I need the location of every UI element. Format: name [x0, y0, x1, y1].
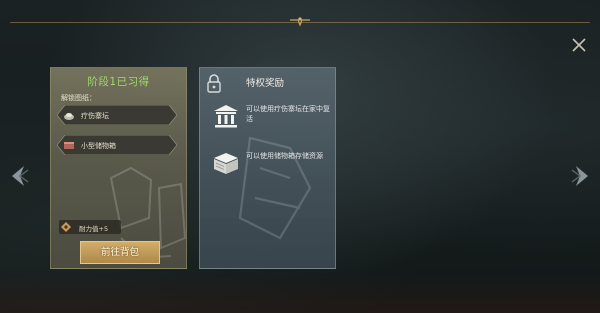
- blueprint-item-label: 疗伤寨坛: [81, 112, 109, 120]
- item-row-background: [57, 135, 177, 155]
- privilege-title: 特权奖励: [246, 78, 285, 89]
- blueprint-item-altar[interactable]: 疗伤寨坛: [57, 105, 177, 125]
- top-ornament-icon: [290, 17, 310, 27]
- unlock-blueprint-label: 解锁图纸：: [61, 94, 96, 102]
- background-sketch: [238, 136, 312, 240]
- item-row-background: [57, 105, 177, 125]
- chest-icon: [214, 153, 238, 174]
- stamina-icon: [61, 222, 71, 232]
- next-page-arrow-icon[interactable]: [570, 164, 592, 188]
- stage-card: 阶段1已习得 解锁图纸： 疗伤寨坛 小型储物箱 耐力值+5 前往背包: [50, 67, 187, 269]
- stamina-bonus-label: 耐力值+5: [79, 225, 109, 233]
- prev-page-arrow-icon[interactable]: [8, 164, 30, 188]
- lock-icon: [207, 74, 221, 93]
- perk-text: 可以使用疗伤寨坛在家中复活: [246, 105, 330, 123]
- bottom-glow: [0, 273, 600, 313]
- temple-icon: [214, 105, 238, 128]
- storage-box-icon: [64, 142, 74, 149]
- stamina-bonus: 耐力值+5: [59, 220, 121, 234]
- blueprint-item-storage-box[interactable]: 小型储物箱: [57, 135, 177, 155]
- perk-text: 可以使用储物箱存储资源: [246, 152, 323, 160]
- privilege-card: 特权奖励 可以使用疗伤寨坛在家中复活 可以使用储物箱存储资源: [199, 67, 336, 269]
- go-to-backpack-button[interactable]: 前往背包: [80, 241, 160, 264]
- close-icon[interactable]: [570, 36, 588, 54]
- blueprint-item-label: 小型储物箱: [81, 142, 116, 150]
- altar-icon: [64, 113, 74, 120]
- stage-title: 阶段1已习得: [87, 76, 150, 88]
